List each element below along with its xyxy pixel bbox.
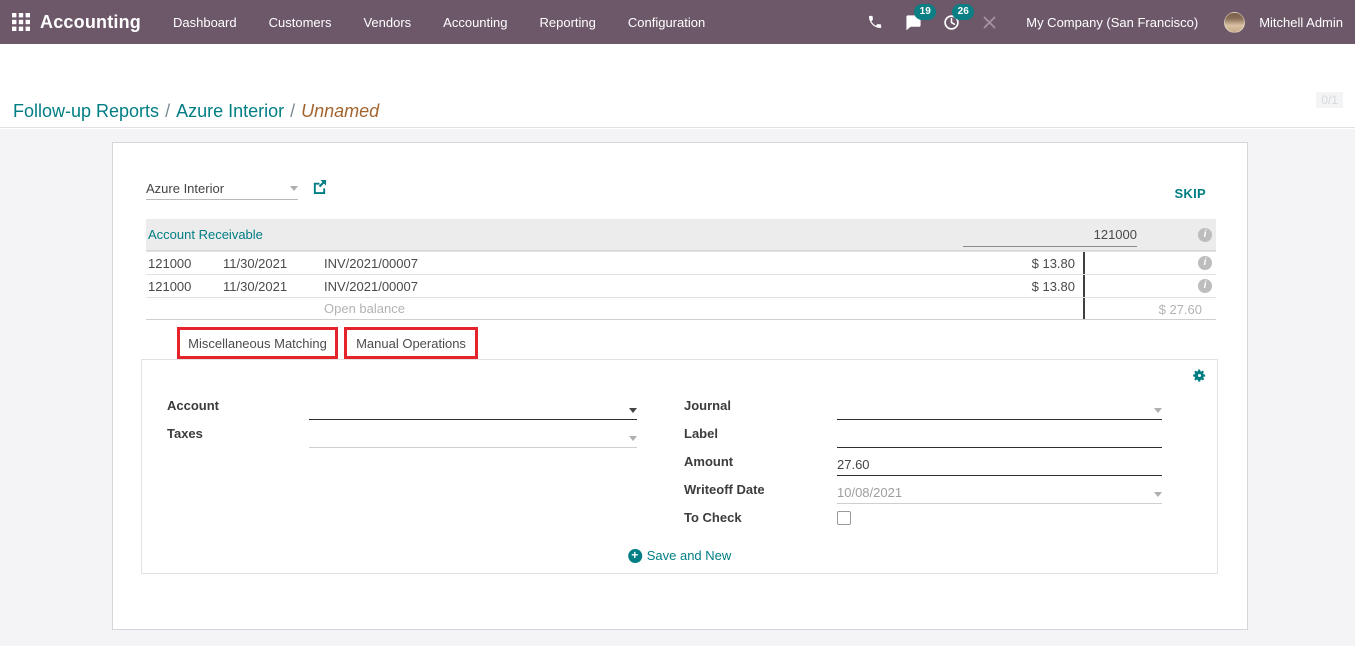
messages-badge: 19 bbox=[914, 4, 936, 20]
account-code-input[interactable]: 121000 bbox=[963, 223, 1137, 247]
info-icon[interactable] bbox=[1198, 279, 1212, 293]
chevron-down-icon bbox=[290, 186, 298, 191]
writeoff-date-value: 10/08/2021 bbox=[837, 485, 1154, 503]
open-balance-credit: $ 27.60 bbox=[1083, 298, 1216, 319]
plus-circle-icon bbox=[628, 549, 642, 563]
label-label: Label bbox=[684, 420, 718, 448]
developer-tools-icon[interactable] bbox=[974, 7, 1004, 37]
chevron-down-icon bbox=[1154, 492, 1162, 497]
breadcrumb-separator: / bbox=[159, 101, 176, 121]
info-icon[interactable] bbox=[1198, 228, 1212, 242]
table-row[interactable]: 121000 11/30/2021 INV/2021/00007 $ 13.80 bbox=[146, 251, 1216, 274]
content-area: Azure Interior SKIP Account Receivable 1… bbox=[0, 129, 1355, 646]
to-check-label: To Check bbox=[684, 504, 742, 532]
label-input[interactable] bbox=[837, 424, 1162, 448]
menu-accounting[interactable]: Accounting bbox=[443, 15, 507, 30]
taxes-select[interactable] bbox=[309, 424, 637, 448]
breadcrumb: Follow-up Reports/Azure Interior/Unnamed bbox=[13, 101, 379, 122]
tab-miscellaneous-matching[interactable]: Miscellaneous Matching bbox=[177, 327, 338, 359]
cell-date: 11/30/2021 bbox=[223, 256, 324, 271]
cell-credit bbox=[1083, 252, 1216, 274]
info-icon[interactable] bbox=[1198, 256, 1212, 270]
cell-account: 121000 bbox=[146, 256, 223, 271]
open-balance-label: Open balance bbox=[324, 301, 953, 316]
skip-button[interactable]: SKIP bbox=[1174, 186, 1206, 201]
manual-operations-panel: Account Taxes Journal Label Amount 27.60… bbox=[141, 359, 1218, 574]
cell-debit: $ 13.80 bbox=[953, 279, 1083, 294]
breadcrumb-separator: / bbox=[284, 101, 301, 121]
menu-vendors[interactable]: Vendors bbox=[363, 15, 411, 30]
cell-credit bbox=[1083, 275, 1216, 297]
journal-select[interactable] bbox=[837, 396, 1162, 420]
messages-icon[interactable]: 19 bbox=[898, 7, 928, 37]
open-balance-row: Open balance $ 27.60 bbox=[146, 297, 1216, 320]
account-name-link[interactable]: Account Receivable bbox=[146, 227, 263, 242]
activities-badge: 26 bbox=[952, 4, 974, 20]
breadcrumb-azure-interior[interactable]: Azure Interior bbox=[176, 101, 284, 121]
partner-value: Azure Interior bbox=[146, 181, 290, 196]
gear-icon[interactable] bbox=[1192, 368, 1207, 383]
account-label: Account bbox=[167, 392, 219, 420]
menu-configuration[interactable]: Configuration bbox=[628, 15, 705, 30]
menu-dashboard[interactable]: Dashboard bbox=[173, 15, 237, 30]
chevron-down-icon bbox=[629, 436, 637, 441]
company-switcher[interactable]: My Company (San Francisco) bbox=[1026, 15, 1198, 30]
menu-customers[interactable]: Customers bbox=[269, 15, 332, 30]
phone-icon[interactable] bbox=[860, 7, 890, 37]
user-avatar[interactable] bbox=[1224, 12, 1245, 33]
control-panel: Follow-up Reports/Azure Interior/Unnamed… bbox=[0, 44, 1355, 128]
apps-grid-icon[interactable] bbox=[12, 13, 30, 31]
chevron-down-icon bbox=[629, 408, 637, 413]
tab-manual-operations[interactable]: Manual Operations bbox=[344, 327, 478, 359]
cell-date: 11/30/2021 bbox=[223, 279, 324, 294]
amount-label: Amount bbox=[684, 448, 733, 476]
main-menu: Dashboard Customers Vendors Accounting R… bbox=[173, 15, 705, 30]
save-and-new-button[interactable]: Save and New bbox=[628, 548, 732, 563]
table-row[interactable]: 121000 11/30/2021 INV/2021/00007 $ 13.80 bbox=[146, 274, 1216, 297]
writeoff-date-select[interactable]: 10/08/2021 bbox=[837, 480, 1162, 504]
account-header-row: Account Receivable 121000 bbox=[146, 219, 1216, 251]
activities-icon[interactable]: 26 bbox=[936, 7, 966, 37]
chevron-down-icon bbox=[1154, 408, 1162, 413]
breadcrumb-followup-reports[interactable]: Follow-up Reports bbox=[13, 101, 159, 121]
record-pager[interactable]: 0/1 bbox=[1316, 92, 1343, 108]
writeoff-date-label: Writeoff Date bbox=[684, 476, 765, 504]
top-nav: Accounting Dashboard Customers Vendors A… bbox=[0, 0, 1355, 44]
to-check-checkbox[interactable] bbox=[837, 511, 851, 525]
cell-label: INV/2021/00007 bbox=[324, 256, 953, 271]
cell-account: 121000 bbox=[146, 279, 223, 294]
amount-input[interactable]: 27.60 bbox=[837, 452, 1162, 476]
app-title[interactable]: Accounting bbox=[40, 12, 141, 33]
reconciliation-card: Azure Interior SKIP Account Receivable 1… bbox=[112, 142, 1248, 630]
journal-label: Journal bbox=[684, 392, 731, 420]
taxes-label: Taxes bbox=[167, 420, 203, 448]
menu-reporting[interactable]: Reporting bbox=[540, 15, 596, 30]
external-link-icon[interactable] bbox=[298, 179, 327, 199]
account-select[interactable] bbox=[309, 396, 637, 420]
reconciliation-table: Account Receivable 121000 121000 11/30/2… bbox=[146, 219, 1216, 320]
breadcrumb-current: Unnamed bbox=[301, 101, 379, 121]
partner-select[interactable]: Azure Interior bbox=[146, 178, 298, 200]
cell-label: INV/2021/00007 bbox=[324, 279, 953, 294]
user-menu[interactable]: Mitchell Admin bbox=[1259, 15, 1343, 30]
amount-value: 27.60 bbox=[837, 457, 1162, 475]
cell-debit: $ 13.80 bbox=[953, 256, 1083, 271]
